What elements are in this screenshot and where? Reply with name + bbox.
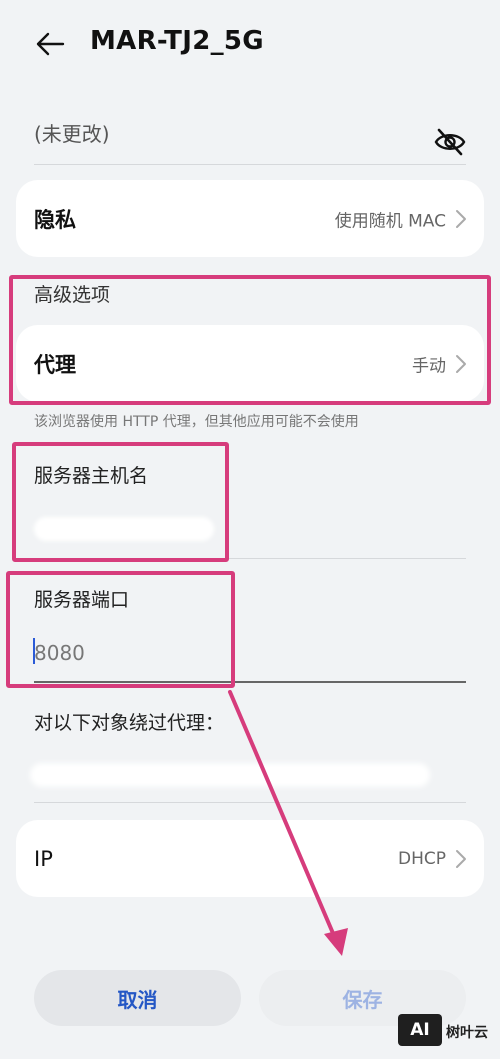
privacy-label: 隐私 xyxy=(34,207,76,232)
annotation-box-advanced xyxy=(9,275,491,405)
annotation-box-hostname xyxy=(12,442,229,562)
privacy-row[interactable]: 隐私 使用随机 MAC xyxy=(16,180,484,257)
ip-label: IP xyxy=(34,846,53,871)
annotation-box-port xyxy=(6,571,235,688)
privacy-value: 使用随机 MAC xyxy=(334,211,446,231)
watermark-logo: AI xyxy=(398,1014,442,1046)
bypass-underline xyxy=(34,802,466,803)
ip-value: DHCP xyxy=(398,848,446,869)
back-button[interactable] xyxy=(30,24,70,64)
watermark-text: 树叶云 xyxy=(446,1025,488,1041)
arrow-left-icon xyxy=(36,32,65,56)
toggle-password-visibility-button[interactable] xyxy=(430,124,470,160)
chevron-right-icon xyxy=(456,209,466,228)
password-field[interactable]: (未更改) xyxy=(34,118,110,147)
bypass-proxy-input[interactable] xyxy=(30,763,430,787)
eye-off-icon xyxy=(434,128,466,156)
cancel-button[interactable]: 取消 xyxy=(34,970,241,1026)
page-title: MAR-TJ2_5G xyxy=(90,26,264,56)
ip-row[interactable]: IP DHCP xyxy=(16,820,484,897)
bypass-proxy-label: 对以下对象绕过代理： xyxy=(34,712,225,734)
chevron-right-icon xyxy=(456,849,466,868)
proxy-hint: 该浏览器使用 HTTP 代理，但其他应用可能不会使用 xyxy=(34,414,359,430)
password-underline xyxy=(34,164,466,165)
